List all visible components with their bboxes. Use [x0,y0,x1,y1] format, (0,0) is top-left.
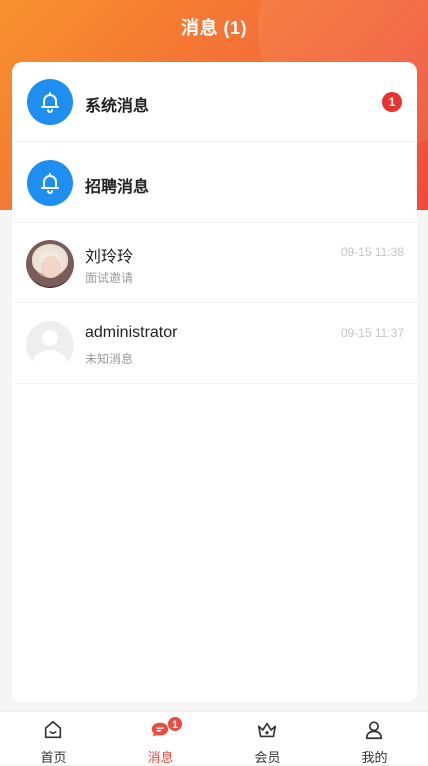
list-item-chat[interactable]: administrator 未知消息 09-15 11:37 [12,304,417,384]
list-item-system-messages[interactable]: 系统消息 1 [12,62,417,142]
bell-icon [27,160,73,206]
contact-name: administrator [85,324,178,341]
tab-label: 会员 [254,750,281,765]
tab-messages[interactable]: 1 消息 [107,712,214,765]
contact-name: 刘玲玲 [85,249,134,266]
system-messages-label: 系统消息 [85,98,150,115]
unread-badge: 1 [382,92,402,112]
message-time: 09-15 11:38 [340,245,404,259]
list-item-recruit-messages[interactable]: 招聘消息 [12,143,417,223]
crown-icon [257,722,277,738]
message-preview: 未知消息 [85,352,134,366]
tab-home[interactable]: 首页 [0,712,107,765]
user-icon [365,721,383,740]
avatar [26,240,74,288]
tab-label: 消息 [147,750,174,765]
default-avatar-icon [26,321,74,369]
tab-badge: 1 [167,716,184,732]
bottom-tab-bar: 首页 1 消息 会员 我的 [0,711,428,765]
list-item-chat[interactable]: 刘玲玲 面试邀请 09-15 11:38 [12,223,417,303]
message-preview: 面试邀请 [85,271,134,285]
tab-profile[interactable]: 我的 [321,712,428,765]
page-title: 消息 (1) [181,18,247,38]
tab-membership[interactable]: 会员 [214,712,321,765]
message-time: 09-15 11:37 [340,326,404,340]
bell-icon [27,79,73,125]
recruit-messages-label: 招聘消息 [85,179,150,196]
message-list: 系统消息 1 招聘消息 刘玲玲 面试邀请 09-15 11:38 adminis… [12,62,417,702]
home-icon [44,720,62,739]
tab-label: 首页 [40,750,67,765]
tab-label: 我的 [361,750,388,765]
